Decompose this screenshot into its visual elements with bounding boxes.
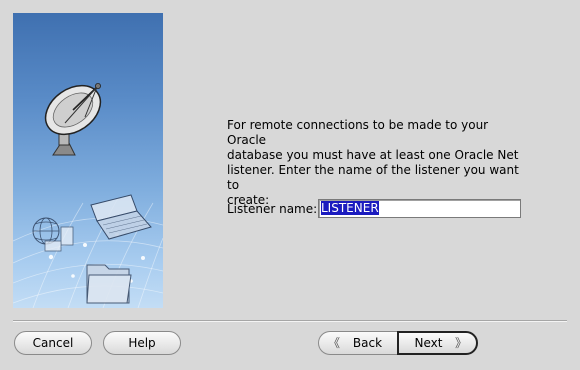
instruction-line: database you must have at least one Orac…	[227, 148, 519, 162]
folder-icon	[86, 264, 132, 304]
help-button[interactable]: Help	[103, 331, 181, 355]
wizard-side-banner	[13, 13, 163, 308]
double-chevron-right-icon: 》	[454, 336, 467, 350]
help-button-label: Help	[128, 336, 156, 350]
instruction-line: For remote connections to be made to you…	[227, 118, 489, 147]
back-button-label: Back	[352, 336, 383, 350]
cancel-button[interactable]: Cancel	[14, 331, 92, 355]
globe-icon	[32, 217, 60, 245]
cancel-button-label: Cancel	[32, 336, 74, 350]
listener-instructions: For remote connections to be made to you…	[227, 118, 527, 208]
button-bar-divider	[13, 320, 567, 322]
listener-name-label: Listener name:	[227, 202, 318, 216]
listener-name-input[interactable]: LISTENER	[318, 199, 521, 218]
instruction-line: listener. Enter the name of the listener…	[227, 163, 519, 192]
satellite-dish-icon	[44, 83, 102, 156]
listener-name-value: LISTENER	[321, 201, 379, 215]
next-button[interactable]: Next 》	[397, 331, 478, 355]
double-chevron-left-icon: 《	[328, 336, 341, 350]
next-button-label: Next	[414, 336, 443, 350]
banner-illustration	[13, 83, 163, 308]
back-button[interactable]: 《 Back	[318, 331, 398, 355]
